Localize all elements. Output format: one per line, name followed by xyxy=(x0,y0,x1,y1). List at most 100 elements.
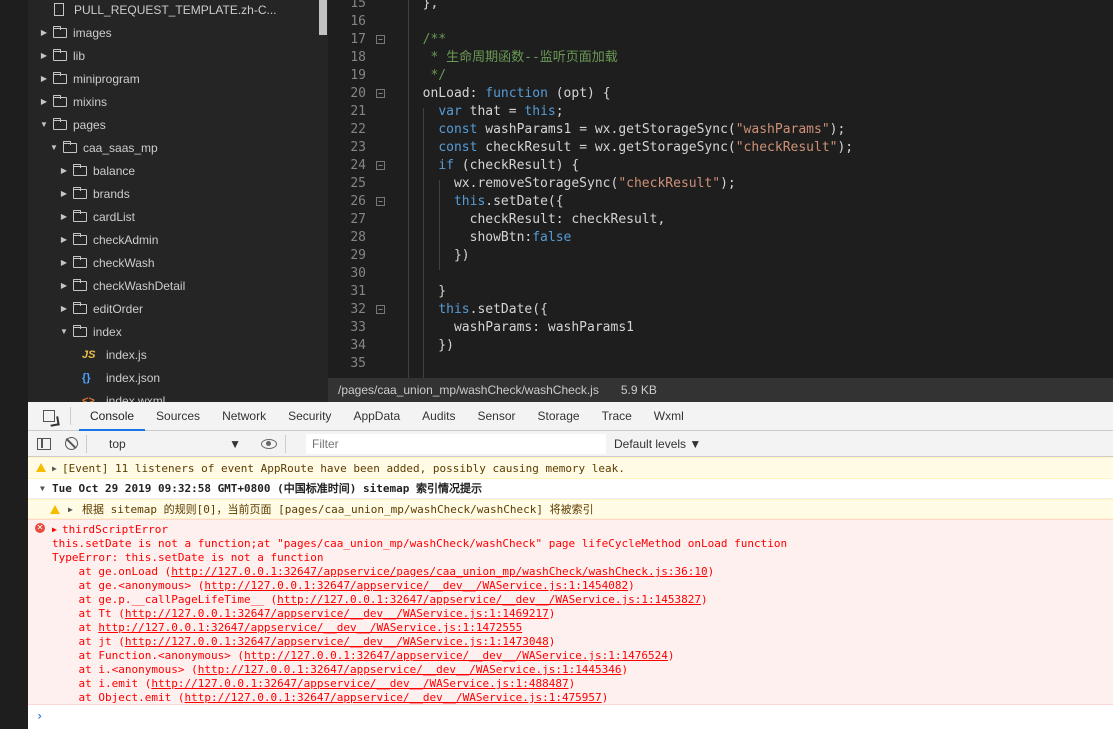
code-line[interactable]: 17 − /** xyxy=(328,31,1113,49)
tree-item[interactable]: ▶ checkWashDetail xyxy=(28,274,318,297)
tree-item[interactable]: ▶ balance xyxy=(28,159,318,182)
code-line[interactable]: 31 } xyxy=(328,283,1113,301)
code-line[interactable]: 26 − this.setDate({ xyxy=(328,193,1113,211)
fold-toggle-icon[interactable]: − xyxy=(376,35,385,44)
stack-frame-link[interactable]: http://127.0.0.1:32647/appservice/__dev_… xyxy=(125,607,549,620)
code-line[interactable]: 29 }) xyxy=(328,247,1113,265)
code-line[interactable]: 28 showBtn:false xyxy=(328,229,1113,247)
stack-frame-link[interactable]: http://127.0.0.1:32647/appservice/__dev_… xyxy=(204,579,628,592)
tab-sensor[interactable]: Sensor xyxy=(467,402,527,431)
chevron-down-icon[interactable]: ▼ xyxy=(58,327,70,336)
tree-item[interactable]: ▶ miniprogram xyxy=(28,67,318,90)
stack-frame: at jt (http://127.0.0.1:32647/appservice… xyxy=(52,635,1113,649)
fold-toggle-icon[interactable]: − xyxy=(376,89,385,98)
tree-item[interactable]: ▼ caa_saas_mp xyxy=(28,136,318,159)
tab-audits[interactable]: Audits xyxy=(411,402,466,431)
console-group-header[interactable]: ▼ Tue Oct 29 2019 09:32:58 GMT+0800 (中国标… xyxy=(28,479,1113,499)
console-filter-input[interactable] xyxy=(306,433,606,454)
chevron-down-icon[interactable]: ▼ xyxy=(38,120,50,129)
tab-appdata[interactable]: AppData xyxy=(342,402,411,431)
tree-item-label: lib xyxy=(73,48,86,63)
fold-toggle-icon[interactable]: − xyxy=(376,161,385,170)
fold-toggle-icon[interactable]: − xyxy=(376,305,385,314)
stack-frame-link[interactable]: http://127.0.0.1:32647/appservice/__dev_… xyxy=(125,635,549,648)
code-line[interactable]: 19 */ xyxy=(328,67,1113,85)
code-line[interactable]: 16 xyxy=(328,13,1113,31)
code-line[interactable]: 15 }, xyxy=(328,0,1113,13)
clear-console-icon[interactable] xyxy=(65,437,78,450)
tree-item[interactable]: <> index.wxml xyxy=(28,389,318,403)
code-editor[interactable]: 15 }, 16 17− /** 18 * 生命周期函数--监听页面加载 19 */20… xyxy=(328,0,1113,378)
tree-item[interactable]: ▶ mixins xyxy=(28,90,318,113)
stack-frame-link[interactable]: http://127.0.0.1:32647/appservice/pages/… xyxy=(171,565,707,578)
code-line[interactable]: 23 const checkResult = wx.getStorageSync… xyxy=(328,139,1113,157)
tree-item[interactable]: ▶ lib xyxy=(28,44,318,67)
expand-triangle-icon[interactable]: ▶ xyxy=(52,523,57,537)
tab-trace[interactable]: Trace xyxy=(591,402,643,431)
chevron-right-icon[interactable]: ▶ xyxy=(58,281,70,290)
chevron-right-icon[interactable]: ▶ xyxy=(38,51,50,60)
tree-item[interactable]: ▼ index xyxy=(28,320,318,343)
chevron-right-icon[interactable]: ▶ xyxy=(38,97,50,106)
tree-item[interactable]: ▶ checkWash xyxy=(28,251,318,274)
tree-item[interactable]: ▶ editOrder xyxy=(28,297,318,320)
code-line[interactable]: 35 xyxy=(328,355,1113,373)
show-sidebar-icon[interactable] xyxy=(37,437,51,450)
code-line[interactable]: 33 washParams: washParams1 xyxy=(328,319,1113,337)
stack-frame-text: ) xyxy=(568,677,576,690)
tree-item[interactable]: ▶ brands xyxy=(28,182,318,205)
chevron-right-icon[interactable]: ▶ xyxy=(58,212,70,221)
chevron-right-icon[interactable]: ▶ xyxy=(58,258,70,267)
fold-toggle-icon[interactable]: − xyxy=(376,197,385,206)
inspect-element-button[interactable] xyxy=(36,403,62,429)
code-line[interactable]: 27 checkResult: checkResult, xyxy=(328,211,1113,229)
code-line[interactable]: 22 const washParams1 = wx.getStorageSync… xyxy=(328,121,1113,139)
chevron-down-icon[interactable]: ▼ xyxy=(48,143,60,152)
code-line[interactable]: 32 − this.setDate({ xyxy=(328,301,1113,319)
code-line[interactable]: 30 xyxy=(328,265,1113,283)
code-line[interactable]: 25 wx.removeStorageSync("checkResult"); xyxy=(328,175,1113,193)
code-line[interactable]: 24 − if (checkResult) { xyxy=(328,157,1113,175)
stack-frame-link[interactable]: http://127.0.0.1:32647/appservice/__dev_… xyxy=(198,663,622,676)
code-text: const checkResult = wx.getStorageSync("c… xyxy=(438,140,854,155)
code-line[interactable]: 18 * 生命周期函数--监听页面加载 xyxy=(328,49,1113,67)
console-error: ✕ ▶ thirdScriptError this.setDate is not… xyxy=(28,519,1113,705)
tree-item[interactable]: ▶ checkAdmin xyxy=(28,228,318,251)
chevron-right-icon[interactable]: ▶ xyxy=(38,74,50,83)
stack-frame-link[interactable]: http://127.0.0.1:32647/appservice/__dev_… xyxy=(184,691,601,704)
expand-triangle-icon[interactable]: ▶ xyxy=(68,503,73,517)
context-select[interactable]: top ▼ xyxy=(109,437,241,451)
console-prompt-icon[interactable]: › xyxy=(36,709,43,723)
tab-console[interactable]: Console xyxy=(79,402,146,431)
tree-item[interactable]: ▼ pages xyxy=(28,113,318,136)
chevron-right-icon[interactable]: ▶ xyxy=(58,235,70,244)
collapse-triangle-icon[interactable]: ▼ xyxy=(40,482,45,496)
chevron-right-icon[interactable]: ▶ xyxy=(58,189,70,198)
stack-frame-link[interactable]: http://127.0.0.1:32647/appservice/__dev_… xyxy=(277,593,701,606)
live-expression-eye-icon[interactable] xyxy=(261,438,277,449)
tree-item[interactable]: PULL_REQUEST_TEMPLATE.zh-C... xyxy=(28,0,318,21)
file-tree: PULL_REQUEST_TEMPLATE.zh-C... ▶ images ▶ lib… xyxy=(28,0,328,402)
tab-storage[interactable]: Storage xyxy=(527,402,591,431)
stack-frame-link[interactable]: http://127.0.0.1:32647/appservice/__dev_… xyxy=(98,621,522,634)
tree-item[interactable]: ▶ images xyxy=(28,21,318,44)
code-line[interactable]: 34 }) xyxy=(328,337,1113,355)
chevron-right-icon[interactable]: ▶ xyxy=(38,28,50,37)
expand-triangle-icon[interactable]: ▶ xyxy=(52,462,57,476)
tab-sources[interactable]: Sources xyxy=(145,402,211,431)
tree-item[interactable]: {} index.json xyxy=(28,366,318,389)
tab-network[interactable]: Network xyxy=(211,402,277,431)
log-levels-dropdown[interactable]: Default levels ▼ xyxy=(614,437,701,451)
file-tree-scrollbar-thumb[interactable] xyxy=(319,0,327,35)
chevron-right-icon[interactable]: ▶ xyxy=(58,304,70,313)
chevron-right-icon[interactable]: ▶ xyxy=(58,166,70,175)
stack-frame-link[interactable]: http://127.0.0.1:32647/appservice/__dev_… xyxy=(244,649,668,662)
error-icon: ✕ xyxy=(35,523,45,533)
tab-wxml[interactable]: Wxml xyxy=(643,402,695,431)
code-line[interactable]: 20 − onLoad: function (opt) { xyxy=(328,85,1113,103)
stack-frame-link[interactable]: http://127.0.0.1:32647/appservice/__dev_… xyxy=(151,677,568,690)
code-line[interactable]: 21 var that = this; xyxy=(328,103,1113,121)
tree-item[interactable]: JS index.js xyxy=(28,343,318,366)
tree-item[interactable]: ▶ cardList xyxy=(28,205,318,228)
tab-security[interactable]: Security xyxy=(277,402,342,431)
